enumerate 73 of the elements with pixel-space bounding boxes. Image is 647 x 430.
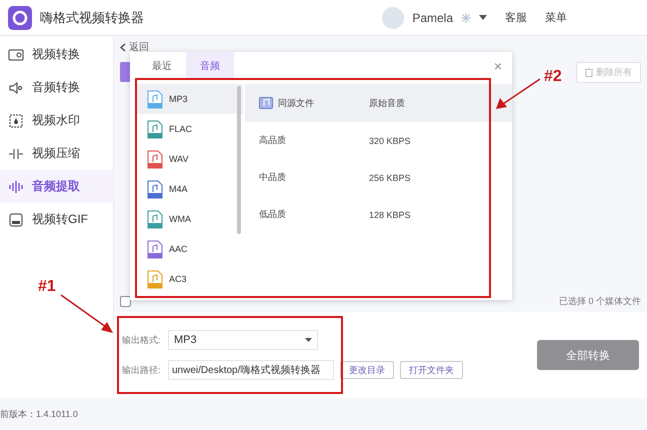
quality-bitrate: 256 KBPS <box>369 172 411 182</box>
format-label: M4A <box>169 184 188 194</box>
quality-name: 高品质 <box>259 134 286 147</box>
select-all-checkbox[interactable] <box>120 296 131 307</box>
sidebar-item[interactable]: 视频压缩 <box>0 137 113 170</box>
sidebar-label: 视频转GIF <box>32 211 88 228</box>
sidebar-label: 视频压缩 <box>32 145 80 162</box>
app-logo-icon <box>8 6 32 30</box>
format-item[interactable]: AAC <box>135 234 243 264</box>
format-label: MP3 <box>169 94 188 104</box>
scrollbar[interactable] <box>237 86 241 234</box>
quality-name: 中品质 <box>259 171 286 184</box>
format-item[interactable]: WAV <box>135 144 243 174</box>
sidebar-item[interactable]: 视频水印 <box>0 104 113 137</box>
music-file-icon <box>259 97 273 109</box>
folder-button[interactable]: 打开文件夹 <box>400 361 463 379</box>
dialog-tab[interactable]: 最近 <box>138 52 186 80</box>
format-item[interactable]: M4A <box>135 174 243 204</box>
sidebar-item[interactable]: 视频转GIF <box>0 203 113 236</box>
sidebar-label: 音频转换 <box>32 79 80 96</box>
selection-status: 已选择 0 个媒体文件 <box>558 295 641 308</box>
sidebar-item[interactable]: 音频转换 <box>0 71 113 104</box>
quality-row[interactable]: 低品质 128 KBPS <box>245 196 512 233</box>
snowflake-icon <box>461 12 471 22</box>
gif-file-icon <box>8 212 24 228</box>
header-link[interactable]: 菜单 <box>545 10 567 25</box>
sidebar-label: 视频转换 <box>32 46 80 63</box>
back-label: 返回 <box>129 40 149 54</box>
sidebar-item[interactable]: 视频转换 <box>0 38 113 71</box>
user-name[interactable]: Pamela <box>412 10 453 24</box>
path-label: 输出路径: <box>122 364 162 376</box>
path-field[interactable]: unwei/Desktop/嗨格式视频转换器 <box>168 360 334 380</box>
quality-bitrate: 128 KBPS <box>369 210 411 220</box>
close-button[interactable]: × <box>484 52 512 80</box>
quality-row[interactable]: 高品质 320 KBPS <box>245 122 512 159</box>
format-label: WMA <box>169 214 191 224</box>
format-label: FLAC <box>169 124 192 134</box>
version-text: 前版本：1.4.1011.0 <box>0 408 78 420</box>
chevron-left-icon <box>120 42 126 52</box>
format-item[interactable]: WMA <box>135 204 243 234</box>
header-link[interactable]: 客服 <box>505 10 527 25</box>
film-icon <box>8 46 24 62</box>
caret-icon[interactable] <box>479 15 487 20</box>
sidebar-item[interactable]: 音频提取 <box>0 170 113 203</box>
quality-name: 低品质 <box>259 208 286 221</box>
format-label: WAV <box>169 154 188 164</box>
watermark-icon <box>8 112 24 128</box>
trash-icon <box>585 68 593 77</box>
quality-bitrate: 320 KBPS <box>369 136 411 146</box>
format-select[interactable]: MP3 <box>168 330 318 350</box>
format-label: 输出格式: <box>122 334 162 346</box>
format-item[interactable]: MP3 <box>135 84 243 114</box>
quality-row[interactable]: 中品质 256 KBPS <box>245 159 512 196</box>
sidebar-label: 视频水印 <box>32 112 80 129</box>
annotation-arrow <box>495 78 541 110</box>
format-item[interactable]: AC3 <box>135 264 243 294</box>
app-title: 嗨格式视频转换器 <box>40 8 144 26</box>
quality-bitrate: 原始音质 <box>369 96 405 110</box>
folder-button[interactable]: 更改目录 <box>340 361 394 379</box>
annotation-label: #1 <box>38 278 56 296</box>
format-label: AC3 <box>169 274 187 284</box>
quality-name: 同源文件 <box>278 96 314 110</box>
format-item[interactable]: FLAC <box>135 114 243 144</box>
back-link[interactable]: 返回 <box>120 40 149 54</box>
speaker-icon <box>8 80 24 96</box>
annotation-label: #2 <box>544 68 562 86</box>
quality-row[interactable]: 同源文件 原始音质 <box>245 84 512 122</box>
sidebar-label: 音频提取 <box>32 178 80 195</box>
dialog-tab[interactable]: 音频 <box>186 52 234 80</box>
sound-wave-icon <box>8 178 24 194</box>
format-label: AAC <box>169 244 188 254</box>
annotation-arrow <box>60 294 114 334</box>
caret-icon <box>305 338 312 342</box>
